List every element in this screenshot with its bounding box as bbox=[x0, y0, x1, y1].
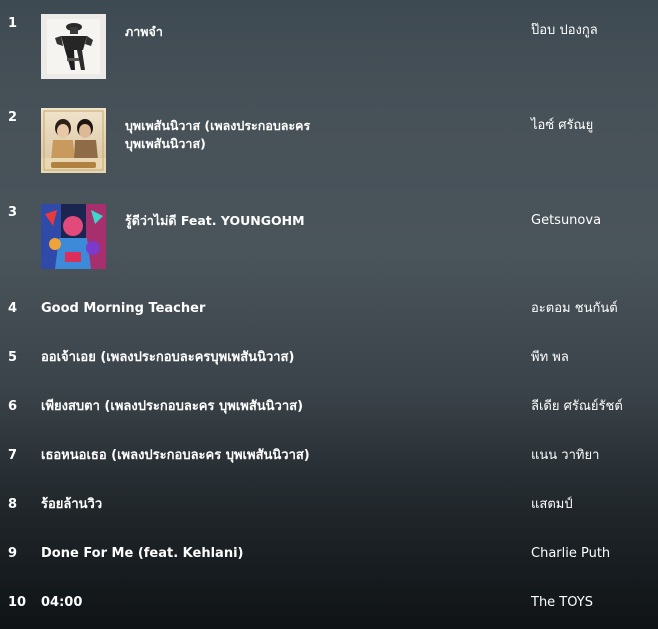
artist-name[interactable]: พีท พล bbox=[531, 349, 569, 367]
song-title[interactable]: ออเจ้าเอย (เพลงประกอบละครบุพเพสันนิวาส) bbox=[41, 349, 294, 367]
artist-name[interactable]: ลีเดีย ศรัณย์รัชต์ bbox=[531, 398, 623, 416]
song-title[interactable]: เธอหนอเธอ (เพลงประกอบละคร บุพเพสันนิวาส) bbox=[41, 447, 310, 465]
album-cover-image[interactable] bbox=[41, 204, 106, 269]
chart-row[interactable]: 4 Good Morning Teacher อะตอม ชนกันต์ bbox=[0, 299, 658, 321]
chart-row[interactable]: 7 เธอหนอเธอ (เพลงประกอบละคร บุพเพสันนิวา… bbox=[0, 446, 658, 468]
song-title[interactable]: รู้ดีว่าไม่ดี Feat. YOUNGOHM bbox=[125, 212, 305, 230]
chart-row[interactable]: 9 Done For Me (feat. Kehlani) Charlie Pu… bbox=[0, 544, 658, 566]
rank-number: 3 bbox=[8, 205, 18, 220]
rank-number: 9 bbox=[8, 546, 18, 561]
artist-name[interactable]: ไอซ์ ศรัณยู bbox=[531, 117, 593, 135]
song-title[interactable]: 04:00 bbox=[41, 594, 82, 612]
chart-row[interactable]: 8 ร้อยล้านวิว แสตมป์ bbox=[0, 495, 658, 517]
artist-name[interactable]: Charlie Puth bbox=[531, 545, 610, 563]
song-title[interactable]: บุพเพสันนิวาส (เพลงประกอบละคร บุพเพสันนิ… bbox=[125, 117, 345, 153]
album-cover-image[interactable] bbox=[41, 108, 106, 173]
artist-name[interactable]: แสตมป์ bbox=[531, 496, 573, 514]
chart-row[interactable]: 6 เพียงสบตา (เพลงประกอบละคร บุพเพสันนิวา… bbox=[0, 397, 658, 419]
rank-number: 6 bbox=[8, 399, 18, 414]
chart-row[interactable]: 1 ภาพจำ ป๊อบ ปองกูล bbox=[0, 12, 658, 82]
song-title[interactable]: Good Morning Teacher bbox=[41, 300, 205, 318]
song-title[interactable]: ร้อยล้านวิว bbox=[41, 496, 102, 514]
artist-name[interactable]: Getsunova bbox=[531, 212, 601, 230]
rank-number: 10 bbox=[8, 595, 27, 610]
album-cover-image[interactable] bbox=[41, 14, 106, 79]
artist-name[interactable]: ป๊อบ ปองกูล bbox=[531, 22, 598, 40]
rank-number: 8 bbox=[8, 497, 18, 512]
rank-number: 4 bbox=[8, 301, 18, 316]
song-title[interactable]: ภาพจำ bbox=[125, 23, 163, 41]
chart-row[interactable]: 5 ออเจ้าเอย (เพลงประกอบละครบุพเพสันนิวาส… bbox=[0, 348, 658, 370]
artist-name[interactable]: แนน วาทิยา bbox=[531, 447, 599, 465]
song-title[interactable]: เพียงสบตา (เพลงประกอบละคร บุพเพสันนิวาส) bbox=[41, 398, 303, 416]
chart-row[interactable]: 3 รู้ดีว่าไม่ดี Feat. YOUNGOHM Getsunova bbox=[0, 204, 658, 274]
song-title[interactable]: Done For Me (feat. Kehlani) bbox=[41, 545, 243, 563]
chart-row[interactable]: 2 บุพเพสันนิวาส (เพลงประกอบละคร บุพเพสัน… bbox=[0, 108, 658, 178]
rank-number: 1 bbox=[8, 16, 18, 31]
song-chart-list: 1 ภาพจำ ป๊อบ ปองกูล 2 บุพเพสันนิวาส (เพล… bbox=[0, 0, 658, 629]
rank-number: 2 bbox=[8, 110, 18, 125]
rank-number: 5 bbox=[8, 350, 18, 365]
rank-number: 7 bbox=[8, 448, 18, 463]
artist-name[interactable]: อะตอม ชนกันต์ bbox=[531, 300, 618, 318]
chart-row[interactable]: 10 04:00 The TOYS bbox=[0, 593, 658, 615]
artist-name[interactable]: The TOYS bbox=[531, 594, 593, 612]
